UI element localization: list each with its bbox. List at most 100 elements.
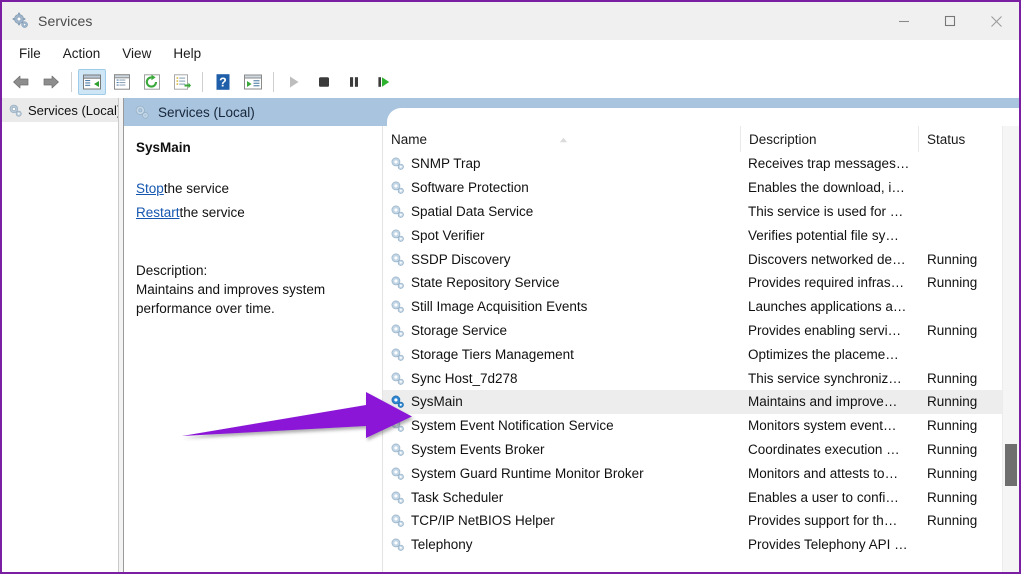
services-gear-icon [8, 103, 23, 118]
cell-name: System Events Broker [383, 442, 740, 457]
help-question-icon[interactable]: ? [209, 69, 237, 95]
minimize-icon[interactable] [881, 2, 927, 40]
service-name-label: Software Protection [411, 180, 529, 195]
cell-name: Storage Service [383, 323, 740, 338]
column-header-description[interactable]: Description [740, 126, 918, 152]
maximize-icon[interactable] [927, 2, 973, 40]
stop-service-button[interactable] [310, 69, 338, 95]
table-row[interactable]: SSDP DiscoveryDiscovers networked de…Run… [383, 247, 1019, 271]
cell-name: TCP/IP NetBIOS Helper [383, 513, 740, 528]
table-row[interactable]: TelephonyProvides Telephony API … [383, 533, 1019, 557]
restart-service-link-row: Restart the service [136, 201, 368, 225]
properties-button[interactable] [108, 69, 136, 95]
cell-name: System Event Notification Service [383, 418, 740, 433]
cell-description: This service is used for … [740, 204, 918, 219]
forward-button[interactable] [37, 69, 65, 95]
service-name-label: TCP/IP NetBIOS Helper [411, 513, 555, 528]
menu-item-help[interactable]: Help [162, 42, 212, 65]
table-row[interactable]: State Repository ServiceProvides require… [383, 271, 1019, 295]
restart-service-link[interactable]: Restart [136, 203, 180, 223]
table-row[interactable]: Task SchedulerEnables a user to confi…Ru… [383, 485, 1019, 509]
stop-service-link[interactable]: Stop [136, 179, 164, 199]
table-row[interactable]: Spot VerifierVerifies potential file sy… [383, 223, 1019, 247]
cell-name: Storage Tiers Management [383, 347, 740, 362]
menu-item-file[interactable]: File [8, 42, 52, 65]
cell-description: Monitors system event… [740, 418, 918, 433]
service-gear-icon [390, 180, 405, 195]
cell-description: Maintains and improve… [740, 394, 918, 409]
console-tree-pane: Services (Local) [2, 98, 118, 572]
tree-item-services-local[interactable]: Services (Local) [2, 98, 118, 122]
scrollbar-thumb[interactable] [1005, 444, 1017, 486]
service-gear-icon [390, 442, 405, 457]
cell-name: SNMP Trap [383, 156, 740, 171]
service-name-label: Task Scheduler [411, 490, 503, 505]
detail-description: Description: Maintains and improves syst… [136, 261, 368, 318]
services-gear-icon [12, 12, 30, 30]
service-gear-icon [390, 252, 405, 267]
service-name-label: Spatial Data Service [411, 204, 533, 219]
column-header-name[interactable]: Name [383, 126, 740, 152]
detail-description-text: Maintains and improves system performanc… [136, 280, 368, 318]
cell-name: System Guard Runtime Monitor Broker [383, 466, 740, 481]
table-row[interactable]: SNMP TrapReceives trap messages… [383, 152, 1019, 176]
service-name-label: Storage Tiers Management [411, 347, 574, 362]
cell-name: Still Image Acquisition Events [383, 299, 740, 314]
stop-service-link-suffix: the service [164, 179, 229, 199]
show-hide-action-pane-button[interactable] [239, 69, 267, 95]
table-row[interactable]: TCP/IP NetBIOS HelperProvides support fo… [383, 509, 1019, 533]
column-header-description-label: Description [741, 132, 817, 147]
cell-name: SysMain [383, 394, 740, 409]
service-gear-icon [390, 228, 405, 243]
close-icon[interactable] [973, 2, 1019, 40]
detail-description-label: Description: [136, 261, 368, 280]
service-name-label: SysMain [411, 394, 463, 409]
table-row[interactable]: Still Image Acquisition EventsLaunches a… [383, 295, 1019, 319]
service-gear-icon [390, 371, 405, 386]
service-gear-icon [390, 347, 405, 362]
cell-description: This service synchroniz… [740, 371, 918, 386]
export-list-button[interactable] [168, 69, 196, 95]
cell-description: Provides Telephony API … [740, 537, 918, 552]
service-gear-icon [390, 394, 405, 409]
service-name-label: Still Image Acquisition Events [411, 299, 587, 314]
restart-service-button[interactable] [370, 69, 398, 95]
table-row[interactable]: Software ProtectionEnables the download,… [383, 176, 1019, 200]
service-name-label: SNMP Trap [411, 156, 481, 171]
detail-action-links: Stop the service Restart the service [136, 177, 368, 225]
service-gear-icon [390, 275, 405, 290]
cell-description: Discovers networked de… [740, 252, 918, 267]
service-name-label: State Repository Service [411, 275, 560, 290]
service-gear-icon [390, 418, 405, 433]
table-row[interactable]: Storage Tiers ManagementOptimizes the pl… [383, 342, 1019, 366]
start-service-button[interactable] [280, 69, 308, 95]
toolbar-separator [202, 72, 203, 92]
table-row[interactable]: System Events BrokerCoordinates executio… [383, 438, 1019, 462]
refresh-button[interactable] [138, 69, 166, 95]
vertical-scrollbar[interactable] [1002, 126, 1019, 572]
services-window: Services File Action View Help [0, 0, 1021, 574]
table-row[interactable]: Spatial Data Service This service is used… [383, 200, 1019, 224]
cell-description: Provides enabling servi… [740, 323, 918, 338]
table-row[interactable]: Sync Host_7d278This service synchroniz…R… [383, 366, 1019, 390]
back-button[interactable] [7, 69, 35, 95]
table-row[interactable]: System Event Notification ServiceMonitor… [383, 414, 1019, 438]
services-gear-icon [134, 104, 150, 120]
menu-item-view[interactable]: View [111, 42, 162, 65]
service-gear-icon [390, 204, 405, 219]
cell-name: SSDP Discovery [383, 252, 740, 267]
service-name-label: System Guard Runtime Monitor Broker [411, 466, 644, 481]
sort-ascending-icon [559, 131, 568, 137]
results-pane: Services (Local) SysMain Stop the servic… [124, 98, 1019, 572]
show-hide-console-tree-button[interactable] [78, 69, 106, 95]
menu-item-action[interactable]: Action [52, 42, 112, 65]
pane-header-tab-fill [387, 108, 1019, 126]
table-row[interactable]: Storage ServiceProvides enabling servi…R… [383, 319, 1019, 343]
cell-description: Enables a user to confi… [740, 490, 918, 505]
toolbar-separator [273, 72, 274, 92]
pause-service-button[interactable] [340, 69, 368, 95]
cell-description: Monitors and attests to… [740, 466, 918, 481]
cell-name: Sync Host_7d278 [383, 371, 740, 386]
table-row[interactable]: System Guard Runtime Monitor Broker Monit… [383, 461, 1019, 485]
table-row[interactable]: SysMainMaintains and improve…Running [383, 390, 1019, 414]
